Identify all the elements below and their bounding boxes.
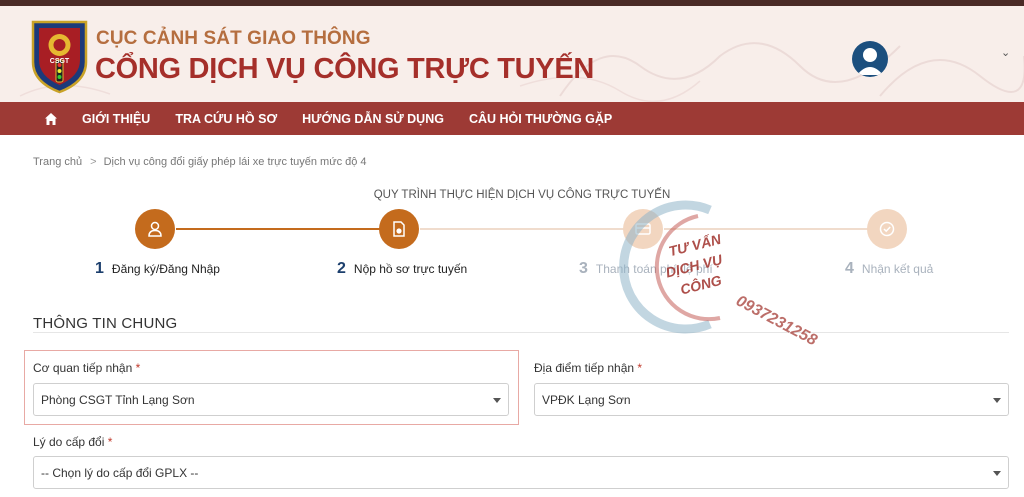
step-connector-2 [420,228,642,230]
step-connector-3 [664,228,886,230]
agency-label: Cơ quan tiếp nhận * [33,361,140,375]
agency-select-value: Phòng CSGT Tỉnh Lạng Sơn [41,392,195,407]
step-2-text: Nộp hồ sơ trực tuyến [353,262,468,276]
step-4-circle [867,209,907,249]
caret-down-icon [493,398,501,403]
site-header: CSGT CỤC CẢNH SÁT GIAO THÔNG CỔNG DỊCH V… [0,6,1024,102]
step-1-text: Đăng ký/Đăng Nhập [111,262,220,276]
agency-label-text: Cơ quan tiếp nhận [33,361,133,375]
logo-text: CSGT [50,58,70,65]
location-select-value: VPĐK Lạng Sơn [542,392,631,407]
location-label-text: Địa điểm tiếp nhận [534,361,635,375]
step-2-circle [379,209,419,249]
caret-down-icon [993,398,1001,403]
check-circle-icon [879,221,895,237]
breadcrumb-separator: > [90,156,97,168]
location-select[interactable]: VPĐK Lạng Sơn [534,383,1009,416]
reason-label-text: Lý do cấp đổi [33,435,105,449]
step-1-circle [135,209,175,249]
nav-item-intro[interactable]: GIỚI THIỆU [82,112,150,126]
csgt-logo: CSGT [31,20,88,94]
step-4-number: 4 [845,260,854,277]
agency-select[interactable]: Phòng CSGT Tỉnh Lạng Sơn [33,383,509,416]
step-1-number: 1 [95,260,104,277]
caret-down-icon [993,471,1001,476]
step-connector-1 [176,228,398,230]
watermark-line1: TƯ VẤN [667,230,724,260]
reason-select[interactable]: -- Chọn lý do cấp đổi GPLX -- [33,456,1009,489]
step-3-text: Thanh toán phí, lệ phí [595,262,713,276]
step-3-label: 3 Thanh toán phí, lệ phí [579,260,713,278]
portal-title[interactable]: CỔNG DỊCH VỤ CÔNG TRỰC TUYẾN [95,53,594,86]
step-4-label: 4 Nhận kết quả [845,260,933,278]
breadcrumb-current: Dịch vụ công đổi giấy phép lái xe trực t… [103,156,367,168]
reason-select-value: -- Chọn lý do cấp đổi GPLX -- [41,465,199,480]
step-2-number: 2 [337,260,346,277]
watermark-phone: 0937231258 [733,293,820,350]
main-nav: GIỚI THIỆU TRA CỨU HỒ SƠ HƯỚNG DẪN SỬ DỤ… [0,102,1024,135]
user-icon [148,221,162,237]
step-3-circle [623,209,663,249]
step-3-number: 3 [579,260,588,277]
breadcrumb: Trang chủ > Dịch vụ công đổi giấy phép lái… [33,156,367,168]
location-label: Địa điểm tiếp nhận * [534,361,642,375]
nav-item-guide[interactable]: HƯỚNG DẪN SỬ DỤNG [302,112,444,126]
required-mark: * [107,435,113,449]
user-icon [857,48,883,75]
breadcrumb-home[interactable]: Trang chủ [33,156,82,168]
process-title: QUY TRÌNH THỰC HIỆN DỊCH VỤ CÔNG TRỰC TU… [373,189,671,201]
section-title: THÔNG TIN CHUNG [33,315,178,332]
agency-subtitle: CỤC CẢNH SÁT GIAO THÔNG [96,28,371,49]
step-1-label: 1 Đăng ký/Đăng Nhập [95,260,220,278]
required-mark: * [135,361,141,375]
home-icon[interactable] [44,112,58,126]
chevron-down-icon[interactable]: ⌄ [1001,46,1010,59]
nav-item-faq[interactable]: CÂU HỎI THƯỜNG GẶP [469,112,612,126]
section-divider [33,332,1009,333]
user-avatar[interactable] [852,41,888,77]
step-4-text: Nhận kết quả [861,262,934,276]
step-2-label: 2 Nộp hồ sơ trực tuyến [337,260,467,278]
document-upload-icon [393,221,405,237]
nav-item-lookup[interactable]: TRA CỨU HỒ SƠ [175,112,277,126]
payment-icon [635,223,651,235]
required-mark: * [637,361,643,375]
reason-label: Lý do cấp đổi * [33,435,112,449]
